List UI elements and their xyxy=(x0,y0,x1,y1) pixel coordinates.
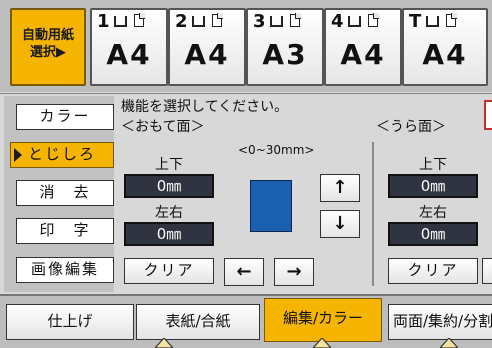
tray-2-button[interactable]: 2 A4 xyxy=(168,8,246,86)
auto-paper-select-label-line2: 選択▶ xyxy=(30,45,66,60)
tray-paper-size: A4 xyxy=(184,38,230,71)
front-left-right-value[interactable]: 0㎜ xyxy=(124,222,214,246)
down-arrow-icon: ↓ xyxy=(332,213,348,234)
tray-icon xyxy=(270,16,283,27)
instruction-text: 機能を選択してください。 xyxy=(121,99,289,115)
side-item-color[interactable]: カラー xyxy=(16,104,114,130)
front-clear-button[interactable]: クリア xyxy=(124,258,214,284)
paper-icon xyxy=(134,13,145,27)
tab-duplex-combine-split[interactable]: 両面/集約/分割 xyxy=(388,304,492,340)
tray-paper-size: A4 xyxy=(422,38,468,71)
left-arrow-button[interactable]: ← xyxy=(224,258,264,286)
back-top-bottom-value[interactable]: 0㎜ xyxy=(388,174,478,198)
cut-off-button[interactable] xyxy=(484,100,492,130)
tray-paper-size: A3 xyxy=(262,38,308,71)
side-item-binding-margin[interactable]: とじしろ xyxy=(10,142,114,168)
tray-1-button[interactable]: 1 A4 xyxy=(90,8,168,86)
tab-indicator-icon xyxy=(313,338,331,348)
tray-3-button[interactable]: 3 A3 xyxy=(246,8,324,86)
front-top-bottom-value[interactable]: 0㎜ xyxy=(124,174,214,198)
paper-icon xyxy=(290,13,301,27)
back-side-label: ＜うら面＞ xyxy=(376,119,446,135)
tray-number: T xyxy=(409,11,422,32)
tab-indicator-icon xyxy=(155,338,173,348)
tray-number: 4 xyxy=(331,11,344,32)
back-clear-button[interactable]: クリア xyxy=(388,258,478,284)
paper-tray-bar: 自動用紙 選択▶ 1 A4 2 A4 3 A3 4 A4 T A4 xyxy=(0,0,492,92)
tray-icon xyxy=(192,16,205,27)
tab-edit-color[interactable]: 編集/カラー xyxy=(264,298,382,342)
tray-paper-size: A4 xyxy=(106,38,152,71)
tab-edit-color-label: 編集/カラー xyxy=(282,309,364,327)
edit-color-panel: カラー とじしろ 消 去 印 字 画像編集 機能を選択してください。 ＜おもて面… xyxy=(0,93,492,293)
auto-paper-select-label-line1: 自動用紙 xyxy=(21,28,74,43)
range-label: <0~30mm> xyxy=(238,143,315,157)
back-top-bottom-label: 上下 xyxy=(419,157,447,173)
paper-icon xyxy=(212,13,223,27)
front-left-right-label: 左右 xyxy=(155,205,183,221)
auto-paper-select-button[interactable]: 自動用紙 選択▶ xyxy=(10,8,86,86)
up-arrow-icon: ↑ xyxy=(332,177,348,198)
tab-cover-slip-sheet[interactable]: 表紙/合紙 xyxy=(136,304,260,340)
front-side-label: ＜おもて面＞ xyxy=(121,119,205,135)
down-arrow-button[interactable]: ↓ xyxy=(320,210,360,238)
tray-number: 3 xyxy=(253,11,266,32)
tray-paper-size: A4 xyxy=(340,38,386,71)
right-arrow-button[interactable]: → xyxy=(274,258,314,286)
tab-indicator-icon xyxy=(440,338,458,348)
up-arrow-button[interactable]: ↑ xyxy=(320,174,360,202)
side-item-erase[interactable]: 消 去 xyxy=(16,180,114,206)
tray-icon xyxy=(426,16,439,27)
right-arrow-icon: → xyxy=(286,261,302,282)
tray-4-button[interactable]: 4 A4 xyxy=(324,8,402,86)
side-item-stamp[interactable]: 印 字 xyxy=(16,218,114,244)
back-left-right-label: 左右 xyxy=(419,205,447,221)
tab-finishing[interactable]: 仕上げ xyxy=(6,304,134,340)
tray-number: 2 xyxy=(175,11,188,32)
back-left-right-value[interactable]: 0㎜ xyxy=(388,222,478,246)
paper-icon xyxy=(446,13,457,27)
function-side-menu: カラー とじしろ 消 去 印 字 画像編集 xyxy=(4,96,114,292)
tray-icon xyxy=(114,16,127,27)
tray-number: 1 xyxy=(97,11,110,32)
feature-tab-bar: 仕上げ 表紙/合紙 編集/カラー 両面/集約/分割 xyxy=(0,294,492,348)
back-extra-button[interactable] xyxy=(482,258,492,284)
side-item-binding-label: とじしろ xyxy=(27,145,96,163)
side-item-image-edit[interactable]: 画像編集 xyxy=(16,257,114,283)
front-top-bottom-label: 上下 xyxy=(155,157,183,173)
selected-arrow-icon xyxy=(14,148,22,162)
tray-icon xyxy=(348,16,361,27)
paper-icon xyxy=(368,13,379,27)
bypass-tray-button[interactable]: T A4 xyxy=(402,8,488,86)
paper-preview xyxy=(250,180,292,232)
front-back-divider xyxy=(372,142,374,286)
left-arrow-icon: ← xyxy=(236,261,252,282)
